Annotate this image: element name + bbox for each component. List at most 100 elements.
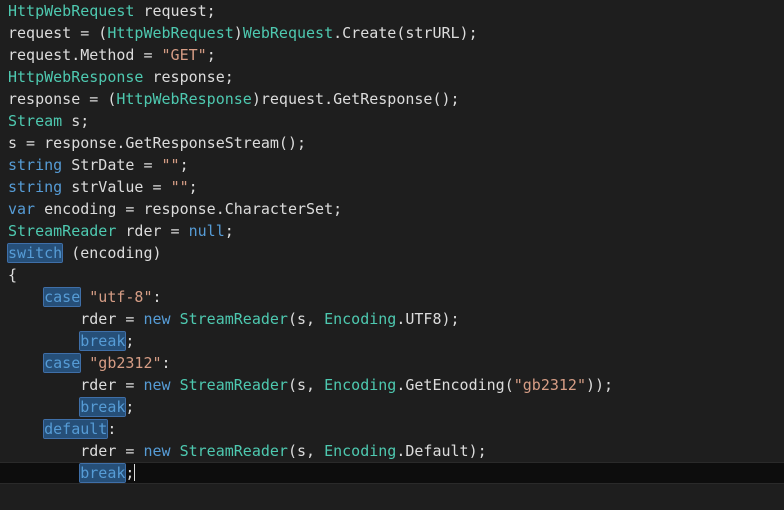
code-line[interactable]: case "utf-8": [0, 286, 784, 308]
code-token-plain: request = ( [8, 24, 108, 42]
code-token-type: HttpWebRequest [107, 24, 234, 42]
code-token-plain: response = ( [8, 90, 117, 108]
code-line[interactable]: switch (encoding) [0, 242, 784, 264]
code-line[interactable]: Stream s; [0, 110, 784, 132]
code-token-string: "" [161, 156, 180, 174]
code-token-plain: )); [586, 376, 614, 394]
code-token-plain: ; [224, 222, 234, 240]
code-token-plain: ; [125, 332, 135, 350]
code-token-plain: s = response.GetResponseStream(); [8, 134, 307, 152]
code-line[interactable]: break; [0, 330, 784, 352]
code-token-plain: )request.GetResponse(); [251, 90, 460, 108]
code-line[interactable]: HttpWebResponse response; [0, 66, 784, 88]
code-token-string: "utf-8" [89, 288, 153, 306]
code-token-string: "GET" [161, 46, 207, 64]
code-line[interactable]: default: [0, 418, 784, 440]
code-line[interactable]: { [0, 264, 784, 286]
code-token-plain: (s, [287, 376, 325, 394]
code-token-keyword: var [8, 200, 36, 218]
code-line[interactable]: rder = new StreamReader(s, Encoding.Defa… [0, 440, 784, 462]
code-token-plain: request.Method = [8, 46, 162, 64]
code-token-type: HttpWebResponse [116, 90, 252, 108]
keyword-match-highlight: switch [6, 243, 64, 263]
code-line[interactable]: request.Method = "GET"; [0, 44, 784, 66]
code-token-type: WebRequest [242, 24, 334, 42]
code-token-string: "gb2312" [89, 354, 162, 372]
code-token-string: "" [170, 178, 189, 196]
keyword-match-highlight: break [79, 397, 127, 417]
keyword-match-highlight: break [79, 463, 127, 483]
code-token-plain: .Create(strURL); [333, 24, 478, 42]
code-token-plain: (s, [287, 442, 325, 460]
keyword-match-highlight: break [79, 331, 127, 351]
code-line[interactable]: } [0, 506, 784, 510]
code-token-string: "gb2312" [513, 376, 586, 394]
code-editor[interactable]: HttpWebRequest request; request = (HttpWe… [0, 0, 784, 510]
code-line[interactable] [0, 484, 784, 506]
code-token-plain: (encoding) [62, 244, 162, 262]
code-token-type: HttpWebResponse [8, 68, 144, 86]
code-token-type: Stream [8, 112, 63, 130]
code-token-plain: ; [179, 156, 189, 174]
code-token-keyword: string [8, 156, 63, 174]
code-token-plain: strValue = [62, 178, 171, 196]
code-token-plain: : [152, 288, 162, 306]
code-token-keyword: new [143, 442, 171, 460]
code-token-plain: : [161, 354, 171, 372]
code-token-keyword: null [188, 222, 225, 240]
code-line[interactable]: response = (HttpWebResponse)request.GetR… [0, 88, 784, 110]
code-line[interactable]: request = (HttpWebRequest)WebRequest.Cre… [0, 22, 784, 44]
code-token-type: Encoding [324, 376, 397, 394]
code-token-type: StreamReader [179, 376, 288, 394]
code-token-type: StreamReader [179, 310, 288, 328]
code-line[interactable]: case "gb2312": [0, 352, 784, 374]
code-line[interactable]: StreamReader rder = null; [0, 220, 784, 242]
code-line[interactable]: string strValue = ""; [0, 176, 784, 198]
code-line[interactable]: break; [0, 462, 784, 484]
code-line[interactable]: break; [0, 396, 784, 418]
code-token-plain: (s, [287, 310, 325, 328]
code-token-keyword: string [8, 178, 63, 196]
code-token-plain: { [8, 266, 18, 284]
code-token-plain: .Default); [396, 442, 487, 460]
code-line[interactable]: var encoding = response.CharacterSet; [0, 198, 784, 220]
code-line[interactable]: s = response.GetResponseStream(); [0, 132, 784, 154]
code-token-plain: : [107, 420, 117, 438]
code-token-plain: StrDate = [62, 156, 162, 174]
code-surface[interactable]: HttpWebRequest request; request = (HttpWe… [0, 0, 784, 510]
code-token-plain: request; [134, 2, 216, 20]
keyword-match-highlight: default [43, 419, 109, 439]
code-line[interactable]: rder = new StreamReader(s, Encoding.GetE… [0, 374, 784, 396]
code-token-plain: ) [233, 24, 243, 42]
code-token-plain: ; [206, 46, 216, 64]
code-line[interactable]: rder = new StreamReader(s, Encoding.UTF8… [0, 308, 784, 330]
code-token-keyword: new [143, 376, 171, 394]
keyword-match-highlight: case [43, 287, 82, 307]
code-line[interactable]: string StrDate = ""; [0, 154, 784, 176]
code-token-type: Encoding [324, 310, 397, 328]
code-token-type: StreamReader [8, 222, 117, 240]
keyword-match-highlight: case [43, 353, 82, 373]
code-token-plain: .UTF8); [396, 310, 460, 328]
code-token-plain: response; [143, 68, 234, 86]
code-token-type: StreamReader [179, 442, 288, 460]
text-caret [134, 464, 136, 481]
code-token-plain: rder = [8, 376, 144, 394]
code-token-plain: rder = [8, 442, 144, 460]
code-token-plain: .GetEncoding( [396, 376, 514, 394]
code-token-plain: s; [62, 112, 90, 130]
code-token-type: Encoding [324, 442, 397, 460]
code-line[interactable]: HttpWebRequest request; [0, 0, 784, 22]
code-token-plain: ; [125, 398, 135, 416]
